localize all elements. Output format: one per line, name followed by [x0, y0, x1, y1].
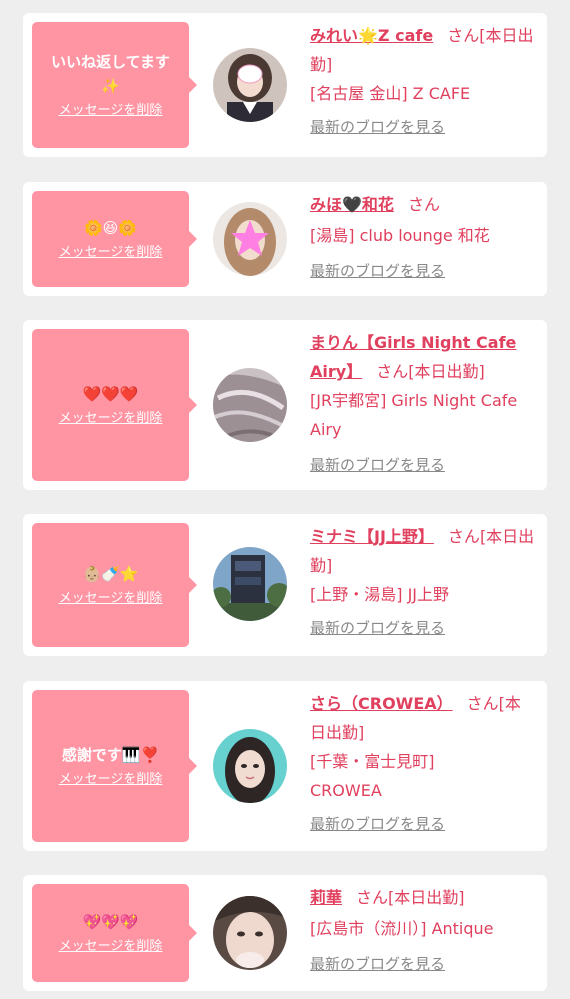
cast-info: 莉華 さん[本日出勤] [広島市（流川）] Antique 最新のブログを見る: [310, 883, 535, 979]
location-text: [名古屋 金山] Z CAFE: [310, 84, 471, 103]
cast-name-link[interactable]: みれい🌟Z cafe: [310, 26, 433, 45]
cast-info: みほ🖤和花 さん [湯島] club lounge 和花 最新のブログを見る: [310, 190, 535, 286]
cast-info: みれい🌟Z cafe さん[本日出勤] [名古屋 金山] Z CAFE 最新のブロ…: [310, 21, 535, 142]
message-text: ❤️❤️❤️: [82, 385, 139, 403]
location-text: [千葉・富士見町] CROWEA: [310, 752, 435, 800]
blog-link[interactable]: 最新のブログを見る: [310, 118, 445, 136]
avatar-photo-icon: [213, 547, 287, 621]
message-text: 👶🏼🍼⭐: [82, 565, 139, 583]
avatar-photo-icon: [213, 368, 287, 442]
delete-message-link[interactable]: メッセージを削除: [59, 590, 163, 608]
location-text: [上野・湯島] JJ上野: [310, 585, 450, 604]
message-card: 感謝です🎹❣️ メッセージを削除 さら（CROWEA） さん[本日出勤] [千葉・…: [23, 681, 547, 851]
cast-info: ミナミ【JJ上野】 さん[本日出勤] [上野・湯島] JJ上野 最新のブログを見る: [310, 522, 535, 643]
message-text: 感謝です🎹❣️: [61, 746, 160, 764]
message-bubble: 💖💖💖 メッセージを削除: [32, 884, 197, 982]
honorific: さん: [356, 888, 389, 907]
delete-message-link[interactable]: メッセージを削除: [59, 102, 163, 120]
avatar[interactable]: [213, 48, 287, 122]
cast-name-link[interactable]: みほ🖤和花: [310, 195, 394, 214]
message-card: 💖💖💖 メッセージを削除 莉華 さん[本日出勤] [広島市（流川）] Antiqu…: [23, 875, 547, 991]
message-card: 🌼😆🌼 メッセージを削除 みほ🖤和花 さん [湯島] club lounge 和花…: [23, 182, 547, 296]
message-bubble: 感謝です🎹❣️ メッセージを削除: [32, 690, 197, 842]
blog-link[interactable]: 最新のブログを見る: [310, 619, 445, 637]
blog-link[interactable]: 最新のブログを見る: [310, 456, 445, 474]
honorific: さん: [466, 694, 499, 713]
honorific: さん: [376, 362, 409, 381]
location-text: [JR宇都宮] Girls Night Cafe Airy: [310, 391, 518, 439]
delete-message-link[interactable]: メッセージを削除: [59, 410, 163, 428]
honorific: さん: [407, 195, 440, 214]
avatar[interactable]: [213, 896, 287, 970]
cast-name-link[interactable]: さら（CROWEA）: [310, 694, 453, 713]
cast-name-link[interactable]: ミナミ【JJ上野】: [310, 527, 434, 546]
message-bubble: 👶🏼🍼⭐ メッセージを削除: [32, 523, 197, 647]
delete-message-link[interactable]: メッセージを削除: [59, 938, 163, 956]
message-bubble: いいね返してます ✨ メッセージを削除: [32, 22, 197, 148]
location-text: [広島市（流川）] Antique: [310, 919, 494, 938]
avatar[interactable]: [213, 368, 287, 442]
message-card: いいね返してます ✨ メッセージを削除 みれい🌟Z cafe さん[本日出勤] […: [23, 13, 547, 157]
blog-link[interactable]: 最新のブログを見る: [310, 955, 445, 973]
avatar-photo-icon: [213, 48, 287, 122]
message-bubble: ❤️❤️❤️ メッセージを削除: [32, 329, 197, 481]
avatar-photo-icon: [213, 202, 287, 276]
status-text: [本日出勤]: [408, 362, 485, 381]
blog-link[interactable]: 最新のブログを見る: [310, 815, 445, 833]
blog-link[interactable]: 最新のブログを見る: [310, 262, 445, 280]
message-text: 💖💖💖: [82, 913, 139, 931]
delete-message-link[interactable]: メッセージを削除: [59, 771, 163, 789]
honorific: さん: [447, 527, 480, 546]
message-card: ❤️❤️❤️ メッセージを削除 まりん【Girls Night Cafe Air…: [23, 320, 547, 490]
message-text: いいね返してます ✨: [51, 53, 170, 95]
message-bubble: 🌼😆🌼 メッセージを削除: [32, 191, 197, 287]
status-text: [本日出勤]: [388, 888, 465, 907]
cast-name-link[interactable]: 莉華: [310, 888, 342, 907]
avatar-photo-icon: [213, 896, 287, 970]
honorific: さん: [447, 26, 480, 45]
avatar[interactable]: [213, 547, 287, 621]
avatar[interactable]: [213, 202, 287, 276]
delete-message-link[interactable]: メッセージを削除: [59, 244, 163, 262]
location-text: [湯島] club lounge 和花: [310, 226, 490, 245]
avatar-photo-icon: [213, 729, 287, 803]
avatar[interactable]: [213, 729, 287, 803]
message-text: 🌼😆🌼: [84, 219, 137, 237]
message-card: 👶🏼🍼⭐ メッセージを削除 ミナミ【JJ上野】 さん[本日出勤] [上野・湯島] …: [23, 514, 547, 656]
cast-info: さら（CROWEA） さん[本日出勤] [千葉・富士見町] CROWEA 最新のブ…: [310, 689, 535, 839]
cast-info: まりん【Girls Night Cafe Airy】 さん[本日出勤] [JR宇都…: [310, 328, 535, 480]
